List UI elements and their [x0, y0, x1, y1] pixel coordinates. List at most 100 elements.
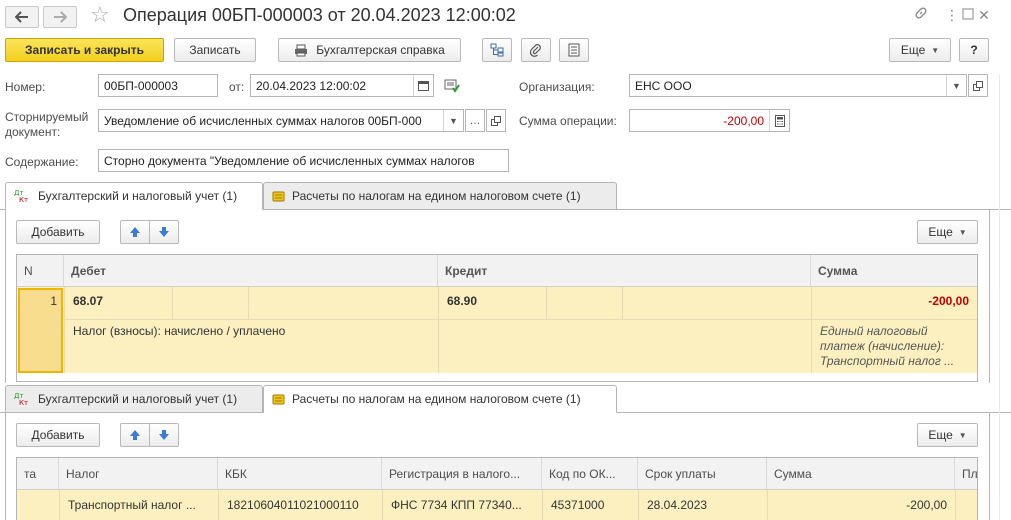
divider	[438, 287, 439, 373]
accounting-report-label: Бухгалтерская справка	[316, 43, 445, 57]
add-button[interactable]: Добавить	[16, 220, 100, 244]
more-button[interactable]: Еще ▼	[889, 38, 951, 62]
save-button[interactable]: Записать	[174, 38, 256, 62]
tab-ens[interactable]: Расчеты по налогам на едином налоговом с…	[263, 385, 617, 413]
column-header-partial[interactable]: Пл	[955, 458, 977, 490]
structure-button[interactable]	[482, 38, 512, 62]
save-and-close-button[interactable]: Записать и закрыть	[5, 38, 164, 62]
organization-value: ЕНС ООО	[635, 78, 692, 93]
divider	[542, 490, 543, 520]
open-icon	[973, 80, 983, 91]
divider	[248, 287, 249, 319]
select-button[interactable]: …	[465, 109, 485, 132]
chevron-down-icon[interactable]: ▼	[946, 75, 966, 96]
entry-amount: -200,00	[928, 294, 969, 308]
column-header-credit[interactable]: Кредит	[438, 255, 811, 287]
calendar-icon[interactable]	[413, 75, 433, 96]
tab-accounting[interactable]: Дт Кт Бухгалтерский и налоговый учет (1)	[5, 182, 263, 210]
amount-field[interactable]: -200,00	[629, 109, 790, 132]
debit-credit-icon: Дт Кт	[14, 189, 32, 203]
divider	[59, 490, 60, 520]
divider	[172, 287, 173, 319]
organization-field[interactable]: ЕНС ООО ▼	[629, 74, 967, 97]
content-field[interactable]: Сторно документа "Уведомление об исчисле…	[98, 149, 509, 172]
list-icon	[568, 43, 580, 57]
tab-strip-2: Дт Кт Бухгалтерский и налоговый учет (1) …	[0, 385, 1011, 413]
arrow-up-icon	[130, 430, 140, 440]
tab-ens[interactable]: Расчеты по налогам на едином налоговом с…	[263, 182, 617, 210]
more-label: Еще	[900, 43, 926, 57]
move-up-button[interactable]	[120, 423, 150, 447]
chevron-down-icon: ▼	[931, 45, 940, 55]
column-header-registration[interactable]: Регистрация в налого...	[382, 458, 542, 490]
divider	[64, 319, 811, 320]
reversed-doc-label-line2: документ:	[5, 125, 61, 139]
tab-accounting-label: Бухгалтерский и налоговый учет (1)	[38, 189, 238, 203]
accounting-report-button[interactable]: Бухгалтерская справка	[278, 38, 461, 62]
column-header-debit[interactable]: Дебет	[64, 255, 438, 287]
column-header-oktmo[interactable]: Код по ОК...	[542, 458, 638, 490]
chevron-down-icon[interactable]: ▼	[443, 110, 463, 131]
content-value: Сторно документа "Уведомление об исчисле…	[104, 153, 475, 168]
document-list-button[interactable]	[559, 38, 589, 62]
tab-accounting-label: Бухгалтерский и налоговый учет (1)	[38, 392, 238, 406]
back-button[interactable]	[5, 6, 39, 28]
link-icon[interactable]	[911, 6, 931, 24]
more-label: Еще	[928, 428, 953, 442]
date-field[interactable]: 20.04.2023 12:00:02	[250, 74, 434, 97]
divider	[64, 287, 65, 373]
move-down-button[interactable]	[149, 220, 179, 244]
star-icon[interactable]: ☆	[90, 4, 110, 26]
date-label: от:	[229, 80, 245, 94]
paperclip-icon	[529, 44, 541, 57]
svg-text:Кт: Кт	[19, 196, 28, 203]
scrollbar-track	[999, 74, 1000, 520]
move-down-button[interactable]	[149, 423, 179, 447]
open-organization-button[interactable]	[968, 74, 988, 97]
debit-account: 68.07	[73, 294, 104, 308]
divider	[767, 490, 768, 520]
move-up-button[interactable]	[120, 220, 150, 244]
kbk-value: 18210604011021000110	[227, 498, 359, 512]
window-title: Операция 00БП-000003 от 20.04.2023 12:00…	[123, 5, 516, 25]
amount-label: Сумма операции:	[519, 114, 617, 128]
divider	[638, 490, 639, 520]
chevron-down-icon: ▼	[958, 227, 967, 237]
column-header-date-partial[interactable]: та	[17, 458, 59, 490]
ens-amount: -200,00	[906, 498, 947, 512]
coins-icon	[272, 190, 286, 203]
content-label: Содержание:	[5, 155, 79, 169]
close-icon[interactable]: ✕	[974, 6, 994, 24]
forward-arrow-icon	[54, 11, 67, 23]
column-header-amount[interactable]: Сумма	[811, 255, 977, 287]
column-header-tax[interactable]: Налог	[59, 458, 218, 490]
more-button-section1[interactable]: Еще ▼	[917, 220, 978, 244]
divider	[622, 287, 623, 319]
organization-label: Организация:	[519, 80, 595, 94]
coins-icon	[272, 393, 286, 406]
tab-ens-label: Расчеты по налогам на едином налоговом с…	[292, 189, 581, 203]
column-header-kbk[interactable]: КБК	[218, 458, 382, 490]
column-header-amount[interactable]: Сумма	[767, 458, 955, 490]
ens-table[interactable]: та Налог КБК Регистрация в налого... Код…	[16, 457, 978, 520]
help-button[interactable]: ?	[959, 38, 989, 62]
forward-button[interactable]	[43, 6, 77, 28]
divider	[811, 287, 812, 373]
reversed-doc-field[interactable]: Уведомление об исчисленных суммах налого…	[98, 109, 464, 132]
amount-value: -200,00	[723, 113, 764, 128]
column-header-due-date[interactable]: Срок уплаты	[638, 458, 767, 490]
calculator-icon[interactable]	[769, 110, 789, 131]
open-reversed-doc-button[interactable]	[486, 109, 506, 132]
registration-value: ФНС 7734 КПП 77340...	[391, 498, 522, 512]
more-button-section2[interactable]: Еще ▼	[917, 423, 978, 447]
attach-button[interactable]	[521, 38, 551, 62]
entries-table[interactable]: N Дебет Кредит Сумма 1 68.07 68.90 -200,…	[16, 254, 978, 382]
open-icon	[491, 115, 501, 126]
due-date-value: 28.04.2023	[647, 498, 708, 512]
add-button[interactable]: Добавить	[16, 423, 100, 447]
column-header-n[interactable]: N	[17, 255, 64, 287]
tab-accounting[interactable]: Дт Кт Бухгалтерский и налоговый учет (1)	[5, 385, 263, 413]
number-field[interactable]: 00БП-000003	[98, 74, 218, 97]
debit-credit-icon: Дт Кт	[14, 392, 32, 406]
hierarchy-icon	[490, 43, 504, 57]
